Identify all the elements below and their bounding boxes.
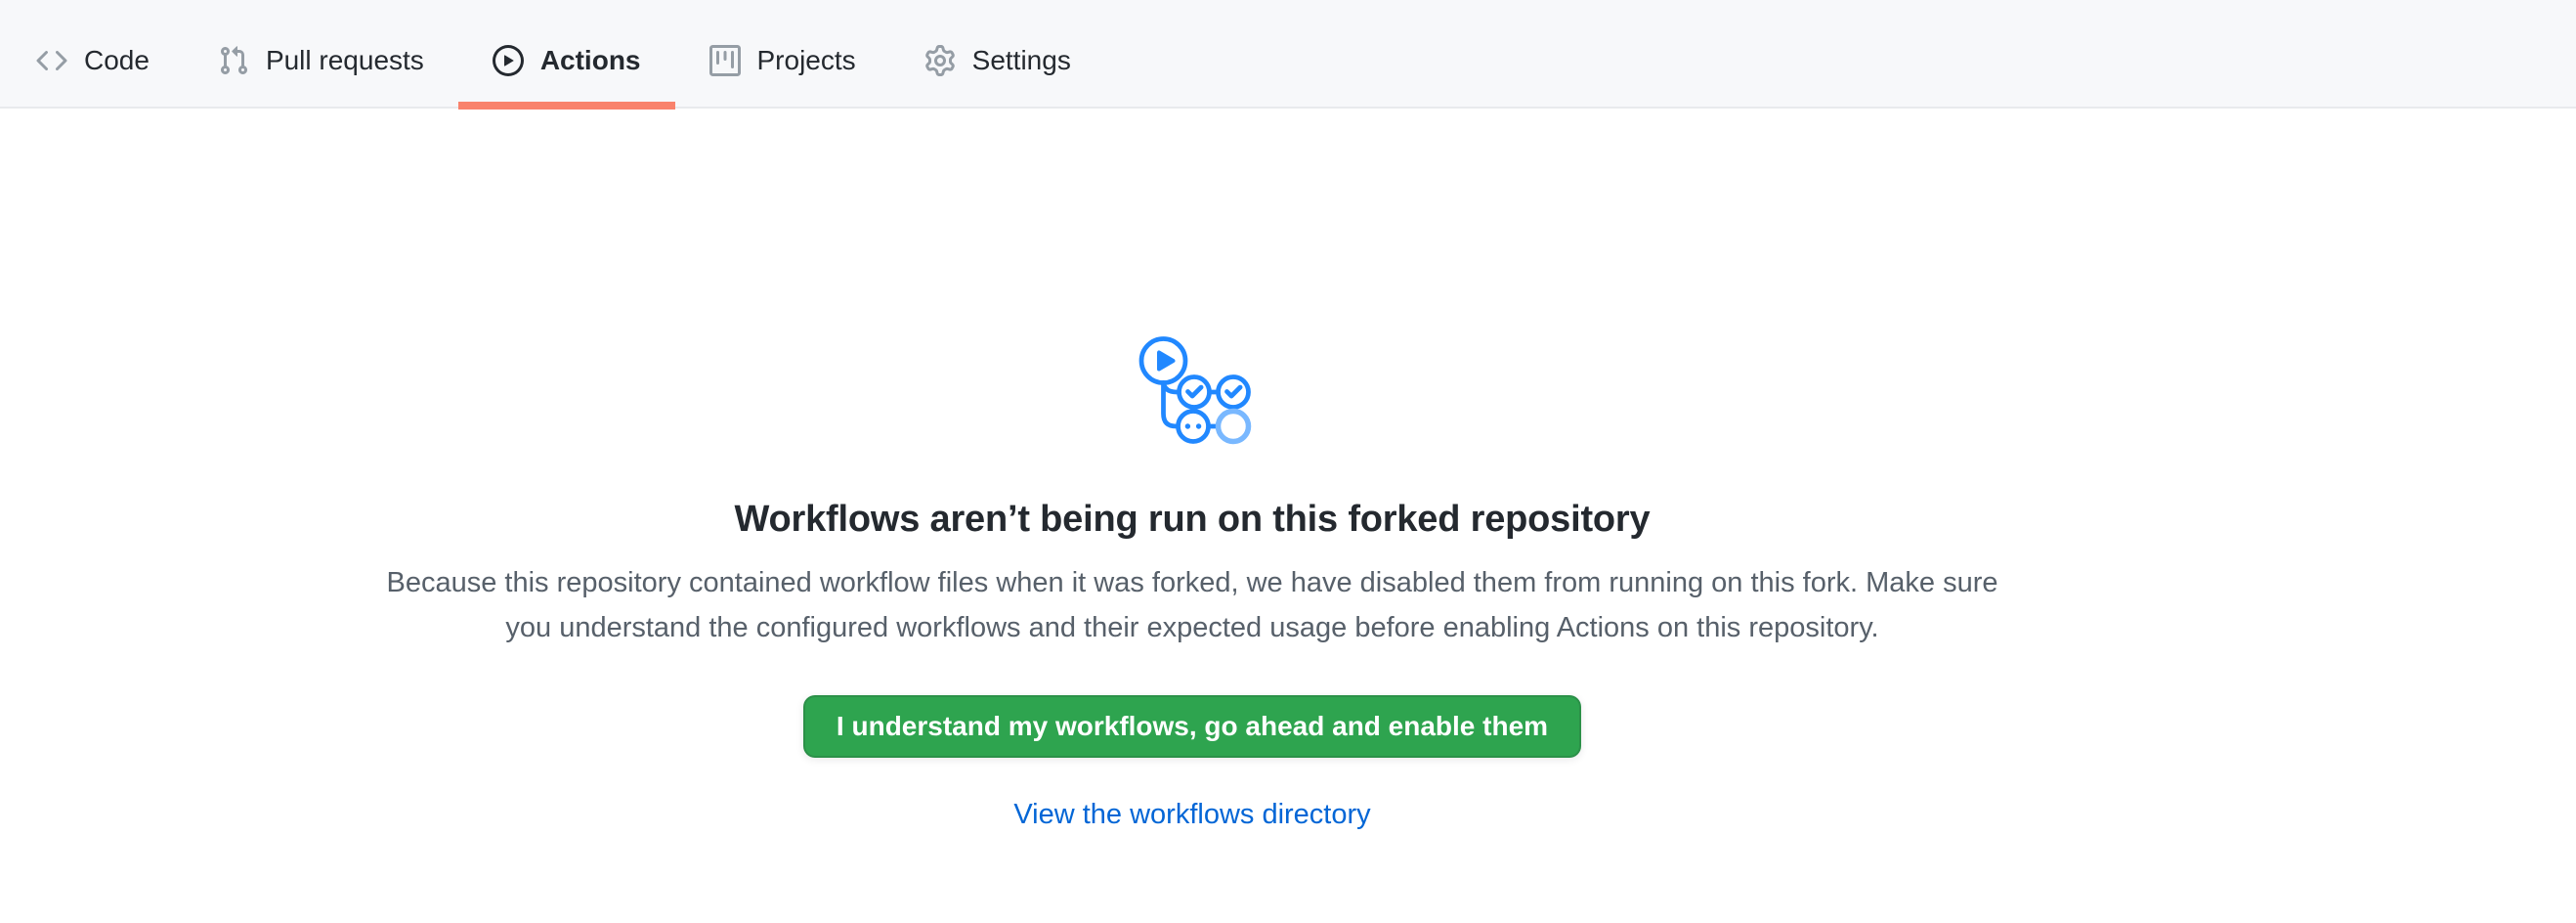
tab-projects[interactable]: Projects <box>675 13 890 108</box>
blankslate-title: Workflows aren’t being run on this forke… <box>0 499 2384 541</box>
tab-label: Settings <box>972 45 1071 76</box>
tab-actions[interactable]: Actions <box>458 13 675 108</box>
tab-pull-requests[interactable]: Pull requests <box>184 13 458 108</box>
view-workflows-directory-link[interactable]: View the workflows directory <box>1013 799 1370 831</box>
tab-label: Projects <box>757 45 856 76</box>
play-circle-icon <box>493 45 524 76</box>
actions-disabled-blankslate: Workflows aren’t being run on this forke… <box>0 328 2384 831</box>
tab-code[interactable]: Code <box>2 13 184 108</box>
blankslate-description: Because this repository contained workfl… <box>371 560 2013 650</box>
enable-workflows-button[interactable]: I understand my workflows, go ahead and … <box>803 695 1581 758</box>
code-icon <box>36 45 67 76</box>
tab-label: Pull requests <box>266 45 424 76</box>
workflow-graph-icon <box>1132 328 1253 445</box>
project-board-icon <box>709 45 741 76</box>
workflow-illustration <box>0 328 2384 450</box>
git-pull-request-icon <box>218 45 249 76</box>
tab-label: Code <box>84 45 150 76</box>
tab-label: Actions <box>540 45 641 76</box>
repo-tab-bar: Code Pull requests Actions Projects Sett… <box>0 0 2576 109</box>
gear-icon <box>924 45 956 76</box>
tab-settings[interactable]: Settings <box>890 13 1105 108</box>
